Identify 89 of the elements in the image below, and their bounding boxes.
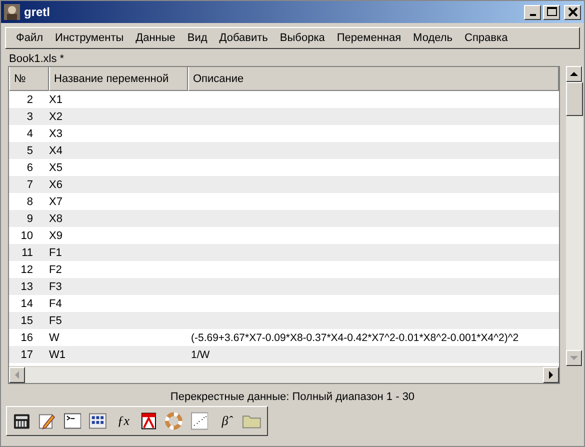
minimize-icon	[530, 14, 536, 16]
row-number: 17	[20, 348, 34, 360]
maximize-icon	[546, 7, 556, 17]
menu-item[interactable]: Файл	[16, 32, 44, 44]
variable-name: W	[49, 332, 60, 344]
row-number: 8	[26, 196, 34, 208]
table-row[interactable]: 14 F4	[9, 295, 559, 312]
menu-item[interactable]: Добавить	[219, 32, 268, 44]
table-row[interactable]: 11 F1	[9, 244, 559, 261]
row-number: 9	[26, 212, 34, 224]
up-arrow-icon	[570, 70, 578, 78]
menu-item[interactable]: Справка	[464, 32, 508, 44]
row-number: 3	[26, 110, 34, 122]
variable-name: X4	[49, 144, 64, 156]
table-row[interactable]: 6 X5	[9, 159, 559, 176]
scatter-plot-icon[interactable]	[190, 412, 208, 430]
close-icon	[568, 7, 578, 17]
left-arrow-icon	[13, 371, 21, 379]
scroll-down-button[interactable]	[566, 350, 582, 366]
table-row[interactable]: 12 F2	[9, 261, 559, 278]
variable-name: F5	[49, 314, 63, 326]
table-row[interactable]: 5 X4	[9, 142, 559, 159]
variable-name: X5	[49, 162, 64, 174]
pencil-note-icon[interactable]	[38, 412, 56, 430]
terminal-icon[interactable]	[64, 412, 82, 430]
close-button[interactable]	[564, 4, 581, 20]
menu-item[interactable]: Модель	[413, 32, 453, 44]
table-row[interactable]: 17 W1 1/W	[9, 346, 559, 363]
app-logo-icon	[4, 4, 20, 20]
pdf-document-icon[interactable]	[140, 412, 158, 430]
matrix-icon[interactable]	[89, 412, 107, 430]
scroll-left-button[interactable]	[9, 367, 25, 383]
row-number: 15	[20, 314, 34, 326]
row-number: 16	[20, 332, 34, 344]
variable-name: F1	[49, 246, 63, 258]
menu-item[interactable]: Вид	[187, 32, 208, 44]
variable-name: F3	[49, 280, 63, 292]
toolbar-button[interactable]: ƒx	[114, 413, 132, 429]
right-arrow-icon	[547, 371, 555, 379]
table-row[interactable]: 9 X8	[9, 210, 559, 227]
menu-item[interactable]: Выборка	[280, 32, 325, 44]
file-name: Book1.xls *	[8, 52, 66, 66]
row-number: 13	[20, 280, 34, 292]
horizontal-scrollbar[interactable]	[9, 366, 559, 383]
row-number: 11	[20, 246, 34, 258]
row-number: 5	[26, 144, 34, 156]
table-row[interactable]: 16 W (-5.69+3.67*X7-0.09*X8-0.37*X4-0.42*X7^2-0.01*X8^2-0.001*X4^2)^2	[9, 329, 559, 346]
variable-name: W1	[49, 348, 66, 360]
menu-item[interactable]: Данные	[136, 32, 176, 44]
variable-name: X2	[49, 110, 64, 122]
table-row[interactable]: 8 X7	[9, 193, 559, 210]
table-row[interactable]: 4 X3	[9, 125, 559, 142]
row-number: 6	[26, 162, 34, 174]
table-row[interactable]: 3 X2	[9, 108, 559, 125]
lifebuoy-icon[interactable]	[165, 412, 183, 430]
scroll-up-button[interactable]	[566, 66, 582, 82]
scroll-thumb[interactable]	[566, 82, 583, 116]
variable-name: F4	[49, 298, 63, 310]
table-row[interactable]: 10 X9	[9, 227, 559, 244]
minimize-button[interactable]	[524, 4, 541, 20]
toolbar-button[interactable]: β̂	[216, 413, 234, 429]
row-number: 4	[26, 128, 34, 140]
variable-name: X3	[49, 128, 64, 140]
row-number: 14	[20, 298, 34, 310]
variable-name: X7	[49, 196, 64, 208]
variable-description: 1/W	[190, 348, 211, 360]
variable-name: X8	[49, 212, 64, 224]
menu-item[interactable]: Переменная	[336, 32, 402, 44]
variable-name: X6	[49, 178, 64, 190]
variable-name: F2	[49, 264, 63, 276]
table-row[interactable]: 13 F3	[9, 278, 559, 295]
row-number: 7	[26, 178, 34, 190]
menu-item[interactable]: Инструменты	[55, 32, 124, 44]
window-title: gretl	[24, 5, 52, 19]
down-arrow-icon	[570, 354, 578, 362]
scroll-right-button[interactable]	[543, 367, 559, 383]
table-row[interactable]: 7 X6	[9, 176, 559, 193]
variable-name: X1	[49, 94, 64, 106]
status-text: Перекрестные данные: Полный диапазон 1 - 30	[169, 390, 416, 405]
row-number: 12	[20, 264, 34, 276]
vertical-scrollbar[interactable]	[566, 66, 583, 366]
row-number: 10	[20, 230, 34, 242]
table-row[interactable]: 15 F5	[9, 312, 559, 329]
table-row[interactable]: 2 X1	[9, 91, 559, 108]
variable-description: (-5.69+3.67*X7-0.09*X8-0.37*X4-0.42*X7^2-0.01*X8^2-0.001*X4^2)^2	[190, 332, 520, 344]
maximize-button[interactable]	[543, 4, 560, 20]
calculator-icon[interactable]	[13, 412, 30, 430]
variable-name: X9	[49, 230, 64, 242]
row-number: 2	[26, 94, 34, 106]
